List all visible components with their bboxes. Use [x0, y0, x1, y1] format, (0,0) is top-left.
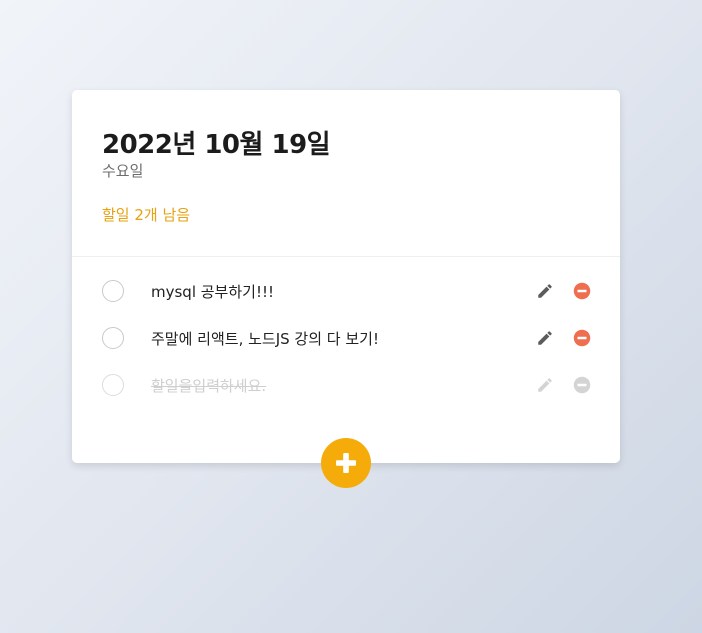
minus-circle-icon[interactable]: [573, 376, 591, 394]
todo-text: mysql 공부하기!!!: [151, 283, 275, 301]
plus-icon: [336, 453, 356, 473]
todo-header: 2022년 10월 19일 수요일 할일 2개 남음: [72, 90, 620, 257]
todo-card: 2022년 10월 19일 수요일 할일 2개 남음 mysql 공부하기!!!…: [72, 90, 620, 463]
weekday-label: 수요일: [102, 162, 144, 180]
todo-item-placeholder: 할일을입력하세요.: [72, 372, 620, 419]
todo-checkbox[interactable]: [102, 280, 124, 302]
add-todo-button[interactable]: [321, 438, 371, 488]
minus-circle-icon[interactable]: [573, 282, 591, 300]
todo-checkbox[interactable]: [102, 327, 124, 349]
todo-input-placeholder[interactable]: 할일을입력하세요.: [151, 375, 266, 396]
minus-circle-icon[interactable]: [573, 329, 591, 347]
pencil-icon[interactable]: [536, 376, 554, 394]
todo-checkbox[interactable]: [102, 374, 124, 396]
todo-item: mysql 공부하기!!!: [72, 278, 620, 325]
remaining-count: 할일 2개 남음: [102, 206, 191, 224]
date-title: 2022년 10월 19일: [102, 130, 331, 160]
pencil-icon[interactable]: [536, 282, 554, 300]
pencil-icon[interactable]: [536, 329, 554, 347]
todo-item: 주말에 리액트, 노드JS 강의 다 보기!: [72, 325, 620, 372]
todo-list: mysql 공부하기!!! 주말에 리액트, 노드JS 강의 다 보기! 할일을…: [72, 278, 620, 419]
todo-text: 주말에 리액트, 노드JS 강의 다 보기!: [151, 330, 379, 348]
